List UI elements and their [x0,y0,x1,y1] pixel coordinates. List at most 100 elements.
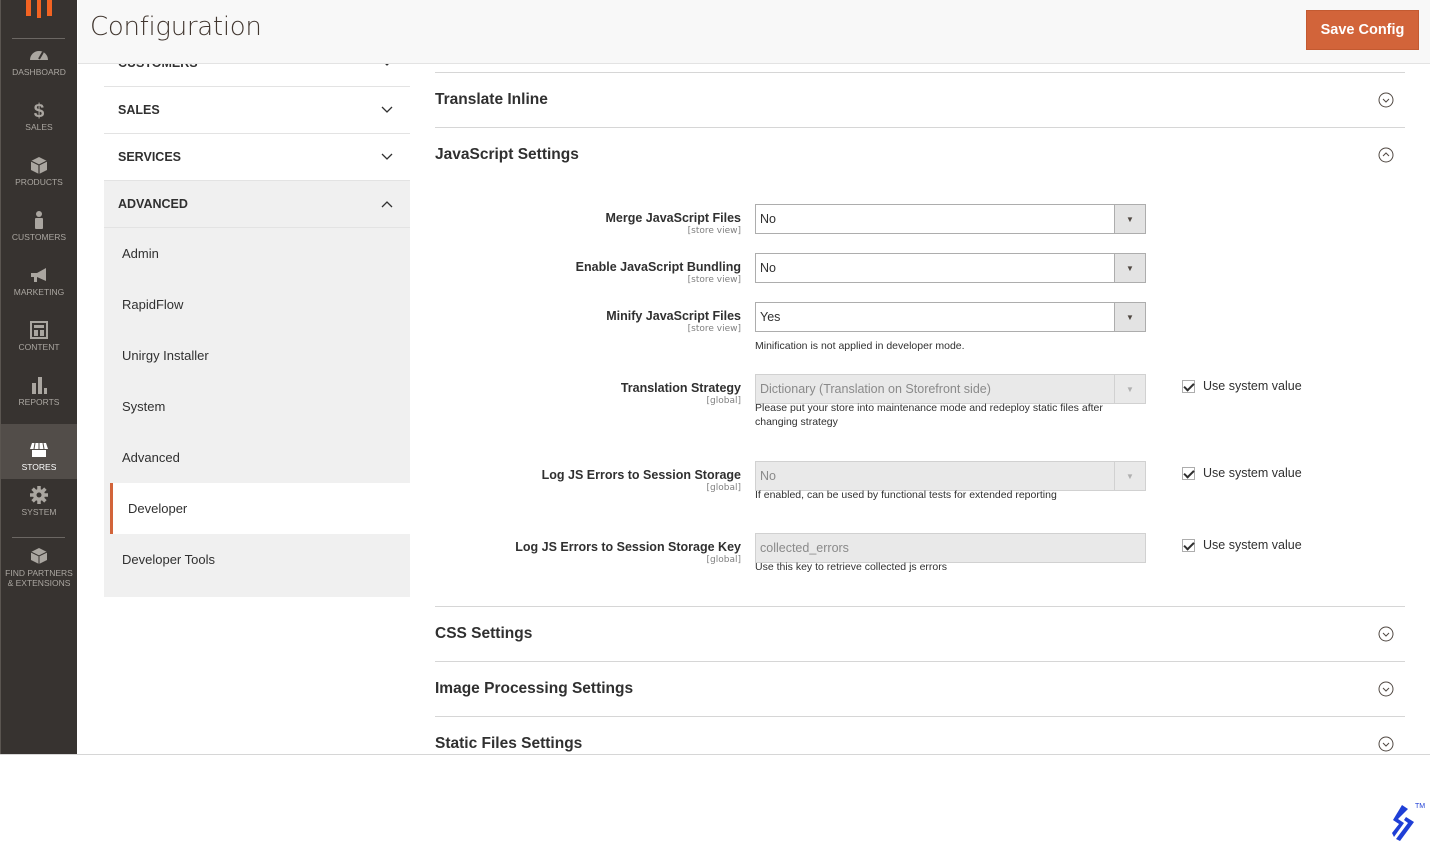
nav-item-dashboard[interactable]: DASHBOARD [1,29,77,84]
field-label-text: Log JS Errors to Session Storage Key [515,540,741,554]
nav-item-products[interactable]: PRODUCTS [1,139,77,194]
box-icon [30,157,48,174]
field-label-text: Merge JavaScript Files [605,211,741,225]
tab-group-label: ADVANCED [118,197,188,211]
config-tabs: CUSTOMERS SALES SERVICES ADVANCED Admin … [104,40,411,597]
field-note: Use this key to retrieve collected js er… [755,561,947,573]
checkbox-label: Use system value [1203,379,1302,393]
tab-item-unirgy-installer[interactable]: Unirgy Installer [104,330,410,381]
page-header: Configuration Save Config [78,0,1430,64]
field-label: Translation Strategy [global] [621,381,741,406]
bar-chart-icon [32,377,47,394]
section-title: Translate Inline [435,91,548,108]
nav-item-find-partners[interactable]: FIND PARTNERS & EXTENSIONS [1,535,77,595]
dropdown-arrow-icon: ▼ [1114,254,1145,282]
nav-label: REPORTS [18,397,60,407]
log-js-errors-key-input[interactable]: collected_errors [755,533,1146,563]
field-label-text: Log JS Errors to Session Storage [541,468,741,482]
megaphone-icon [31,268,46,282]
gear-icon [30,486,48,504]
select-value: No [760,469,776,483]
tab-group-label: SALES [118,103,160,117]
select-value: Dictionary (Translation on Storefront si… [760,382,991,396]
layout-icon [30,321,48,339]
select-value: No [760,212,776,226]
tab-group-services[interactable]: SERVICES [104,134,410,181]
nav-label: CONTENT [18,342,60,352]
advanced-tab-items: Admin RapidFlow Unirgy Installer System … [104,228,411,597]
merge-js-select[interactable]: No ▼ [755,204,1146,234]
nav-label: CUSTOMERS [11,232,67,242]
nav-label: SALES [25,122,53,132]
section-static-files-settings[interactable]: Static Files Settings [435,716,1405,754]
field-label: Log JS Errors to Session Storage Key [gl… [515,540,741,565]
enable-bundling-select[interactable]: No ▼ [755,253,1146,283]
svg-text:$: $ [34,101,45,120]
nav-item-content[interactable]: CONTENT [1,304,77,359]
tab-group-sales[interactable]: SALES [104,87,410,134]
dashboard-icon [30,51,48,60]
select-value: No [760,261,776,275]
page-title: Configuration [90,12,262,42]
blocks-icon [30,548,48,564]
dropdown-arrow-icon: ▼ [1114,375,1145,403]
save-config-button[interactable]: Save Config [1306,10,1419,50]
magento-logo-icon [26,0,52,18]
collapse-circle-icon [1378,147,1394,163]
field-scope: [store view] [687,324,741,334]
use-system-value-checkbox[interactable]: Use system value [1182,466,1302,480]
field-label-text: Minify JavaScript Files [606,309,741,323]
nav-label: MARKETING [13,287,65,297]
minify-js-select[interactable]: Yes ▼ [755,302,1146,332]
trademark-label: TM [1415,803,1426,810]
field-scope: [global] [706,483,741,493]
field-label: Log JS Errors to Session Storage [global… [542,468,741,493]
field-label: Minify JavaScript Files [store view] [606,309,741,334]
nav-label: DASHBOARD [12,67,66,77]
nav-item-sales[interactable]: $ SALES [1,84,77,139]
checkbox-checked-icon [1182,379,1195,393]
field-note: If enabled, can be used by functional te… [755,489,1057,501]
checkbox-checked-icon [1182,538,1195,552]
use-system-value-checkbox[interactable]: Use system value [1182,538,1302,552]
field-scope: [global] [706,555,741,565]
expand-circle-icon [1378,681,1394,697]
translation-strategy-select[interactable]: Dictionary (Translation on Storefront si… [755,374,1146,404]
tab-item-rapidflow[interactable]: RapidFlow [104,279,410,330]
expand-circle-icon [1378,626,1394,642]
nav-item-marketing[interactable]: MARKETING [1,249,77,304]
chevron-down-icon [381,153,393,160]
tab-item-advanced[interactable]: Advanced [104,432,410,483]
field-label: Enable JavaScript Bundling [store view] [576,260,741,285]
use-system-value-checkbox[interactable]: Use system value [1182,379,1302,393]
person-icon [35,211,43,229]
checkbox-checked-icon [1182,466,1195,480]
nav-label: FIND PARTNERS & EXTENSIONS [5,568,73,588]
admin-sidebar: DASHBOARD $ SALES PRODUCTS CUSTOMERS MAR… [0,0,77,754]
chevron-up-icon [381,201,393,208]
log-js-errors-select[interactable]: No ▼ [755,461,1146,491]
nav-item-customers[interactable]: CUSTOMERS [1,194,77,249]
tab-item-admin[interactable]: Admin [104,228,410,279]
select-value: Yes [760,310,781,324]
nav-item-system[interactable]: SYSTEM [1,469,77,524]
section-title: JavaScript Settings [435,146,579,163]
section-javascript-settings[interactable]: JavaScript Settings [435,127,1405,182]
tab-group-advanced[interactable]: ADVANCED [104,181,410,228]
chevron-down-icon [381,106,393,113]
nav-item-reports[interactable]: REPORTS [1,359,77,414]
section-translate-inline[interactable]: Translate Inline [435,72,1405,127]
field-label-text: Translation Strategy [620,381,741,395]
section-title: Image Processing Settings [435,680,634,697]
tab-item-developer-tools[interactable]: Developer Tools [104,534,410,585]
dropdown-arrow-icon: ▼ [1114,205,1145,233]
dropdown-arrow-icon: ▼ [1114,303,1145,331]
nav-label: SYSTEM [21,507,57,517]
dollar-icon: $ [34,101,45,120]
tab-item-developer[interactable]: Developer [110,483,411,534]
dropdown-arrow-icon: ▼ [1114,462,1145,490]
section-image-processing-settings[interactable]: Image Processing Settings [435,661,1405,716]
javascript-settings-fields: Merge JavaScript Files [store view] No ▼… [435,182,1405,606]
tab-item-system[interactable]: System [104,381,410,432]
section-css-settings[interactable]: CSS Settings [435,606,1405,661]
